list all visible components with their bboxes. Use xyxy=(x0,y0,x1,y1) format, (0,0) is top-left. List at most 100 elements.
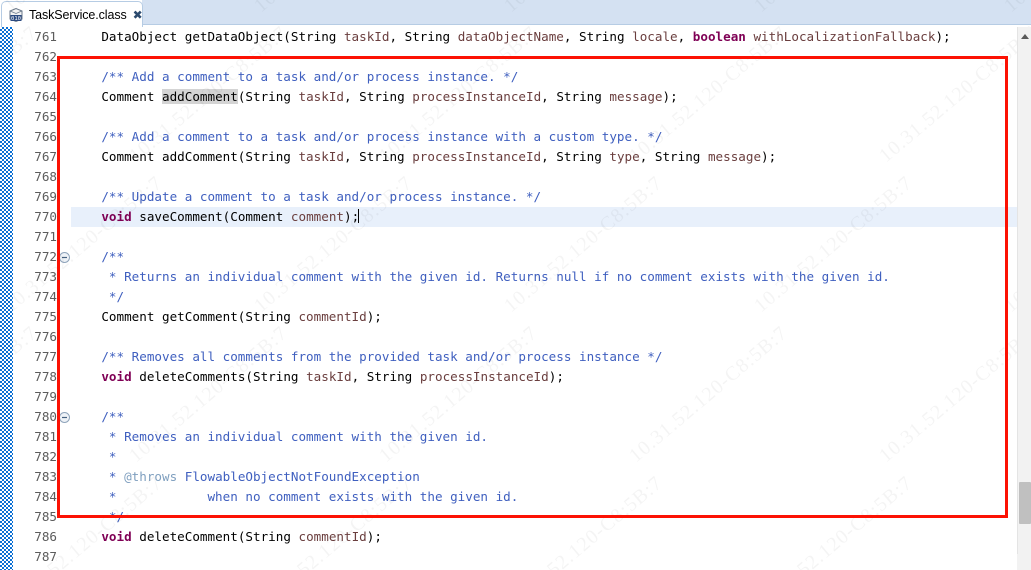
code-line[interactable]: 773 * Returns an individual comment with… xyxy=(0,267,1031,287)
line-number: 787 xyxy=(34,549,57,564)
code-line[interactable]: 779 xyxy=(0,387,1031,407)
code-token-plain: , String xyxy=(389,29,458,44)
code-token-cmt: /** xyxy=(71,249,125,264)
code-token-plain: , String xyxy=(541,149,610,164)
code-line[interactable]: 762 xyxy=(0,47,1031,67)
code-token-cmt: /** Add a comment to a task and/or proce… xyxy=(71,69,519,84)
code-token-cmt: /** xyxy=(71,409,125,424)
code-text-area[interactable]: 761 DataObject getDataObject(String task… xyxy=(0,27,1031,570)
tab-label: TaskService.class xyxy=(29,7,127,22)
code-token-cmt: * Removes an individual comment with the… xyxy=(71,429,489,444)
line-number: 769 xyxy=(34,189,57,204)
line-number: 784 xyxy=(34,489,57,504)
vertical-scrollbar[interactable] xyxy=(1017,27,1031,570)
code-line-text: * @throws FlowableObjectNotFoundExceptio… xyxy=(71,467,420,487)
code-token-plain: (String xyxy=(237,89,299,104)
code-line[interactable]: 768 xyxy=(0,167,1031,187)
code-token-param: processInstanceId xyxy=(412,149,542,164)
code-line[interactable]: 780 /** xyxy=(0,407,1031,427)
code-token-plain: , String xyxy=(563,29,633,44)
code-line-text: /** Update a comment to a task and/or pr… xyxy=(71,187,541,207)
code-token-param: processInstanceId xyxy=(412,89,542,104)
code-token-plain: ); xyxy=(548,369,564,384)
code-token-plain: ); xyxy=(935,29,951,44)
line-number: 785 xyxy=(34,509,57,524)
tab-taskservice-class[interactable]: 010 TaskService.class ✖ xyxy=(1,1,143,27)
code-line[interactable]: 786 void deleteComment(String commentId)… xyxy=(0,527,1031,547)
folding-ruler[interactable] xyxy=(60,27,71,570)
code-token-plain: , String xyxy=(343,149,413,164)
code-line[interactable]: 774 */ xyxy=(0,287,1031,307)
fold-collapse-icon[interactable] xyxy=(59,412,70,423)
code-line-text: /** xyxy=(71,407,124,427)
code-line[interactable]: 785 */ xyxy=(0,507,1031,527)
code-token-cmt: FlowableObjectNotFoundException xyxy=(177,469,420,484)
code-token-cmt: */ xyxy=(71,509,125,524)
code-token-plain: , xyxy=(677,29,693,44)
code-line[interactable]: 763 /** Add a comment to a task and/or p… xyxy=(0,67,1031,87)
line-number: 776 xyxy=(34,329,57,344)
code-token-plain: , String xyxy=(351,369,420,384)
code-token-kw: void xyxy=(101,369,132,384)
code-line[interactable]: 778 void deleteComments(String taskId, S… xyxy=(0,367,1031,387)
code-line[interactable]: 765 xyxy=(0,107,1031,127)
line-number: 772 xyxy=(34,249,57,264)
code-token-param: comment xyxy=(290,209,344,224)
code-line[interactable]: 781 * Removes an individual comment with… xyxy=(0,427,1031,447)
line-number: 779 xyxy=(34,389,57,404)
code-line[interactable]: 761 DataObject getDataObject(String task… xyxy=(0,27,1031,47)
code-line[interactable]: 764 Comment addComment(String taskId, St… xyxy=(0,87,1031,107)
code-line[interactable]: 776 xyxy=(0,327,1031,347)
line-number: 783 xyxy=(34,469,57,484)
line-number: 773 xyxy=(34,269,57,284)
code-line[interactable]: 771 xyxy=(0,227,1031,247)
code-token-plain: Comment getComment(String xyxy=(71,309,299,324)
code-line-text: Comment addComment(String taskId, String… xyxy=(71,87,678,107)
code-line-text: void saveComment(Comment comment); xyxy=(71,207,360,227)
code-token-plain: deleteComments(String xyxy=(131,369,307,384)
code-line[interactable]: 769 /** Update a comment to a task and/o… xyxy=(0,187,1031,207)
code-token-cmt: * xyxy=(71,449,117,464)
line-number: 774 xyxy=(34,289,57,304)
scrollbar-corner xyxy=(1017,554,1031,570)
code-line-text: /** Add a comment to a task and/or proce… xyxy=(71,67,518,87)
code-token-cmt: * when no comment exists with the given … xyxy=(71,489,519,504)
code-line[interactable]: 767 Comment addComment(String taskId, St… xyxy=(0,147,1031,167)
code-token-param: message xyxy=(609,89,663,104)
code-line[interactable]: 772 /** xyxy=(0,247,1031,267)
close-icon[interactable]: ✖ xyxy=(133,9,143,21)
scrollbar-up-button[interactable] xyxy=(1018,29,1031,43)
line-number: 775 xyxy=(34,309,57,324)
code-line[interactable]: 770 void saveComment(Comment comment); xyxy=(0,207,1031,227)
code-line[interactable]: 784 * when no comment exists with the gi… xyxy=(0,487,1031,507)
code-token-plain: ); xyxy=(366,309,382,324)
code-token-plain: ); xyxy=(761,149,777,164)
code-line[interactable]: 783 * @throws FlowableObjectNotFoundExce… xyxy=(0,467,1031,487)
code-line[interactable]: 766 /** Add a comment to a task and/or p… xyxy=(0,127,1031,147)
code-token-plain: saveComment(Comment xyxy=(131,209,291,224)
code-line-text: * when no comment exists with the given … xyxy=(71,487,518,507)
code-token-param: withLocalizationFallback xyxy=(753,29,936,44)
code-line[interactable]: 787 xyxy=(0,547,1031,567)
fold-collapse-icon[interactable] xyxy=(59,252,70,263)
code-token-plain: ); xyxy=(344,209,360,224)
code-line-text: */ xyxy=(71,287,124,307)
code-editor[interactable]: 761 DataObject getDataObject(String task… xyxy=(0,27,1031,570)
code-token-param: processInstanceId xyxy=(419,369,549,384)
vertical-scrollbar-thumb[interactable] xyxy=(1019,482,1031,524)
line-number: 782 xyxy=(34,449,57,464)
code-line[interactable]: 775 Comment getComment(String commentId)… xyxy=(0,307,1031,327)
code-token-kw: boolean xyxy=(692,29,746,44)
code-line[interactable]: 782 * xyxy=(0,447,1031,467)
code-token-kw: void xyxy=(101,209,132,224)
code-token-kw: void xyxy=(101,529,132,544)
code-token-cmt: /** Update a comment to a task and/or pr… xyxy=(71,189,542,204)
code-token-param: taskId xyxy=(306,369,352,384)
code-line[interactable]: 777 /** Removes all comments from the pr… xyxy=(0,347,1031,367)
annotation-ruler[interactable] xyxy=(0,27,13,570)
line-number: 762 xyxy=(34,49,57,64)
code-line-text: DataObject getDataObject(String taskId, … xyxy=(71,27,951,47)
